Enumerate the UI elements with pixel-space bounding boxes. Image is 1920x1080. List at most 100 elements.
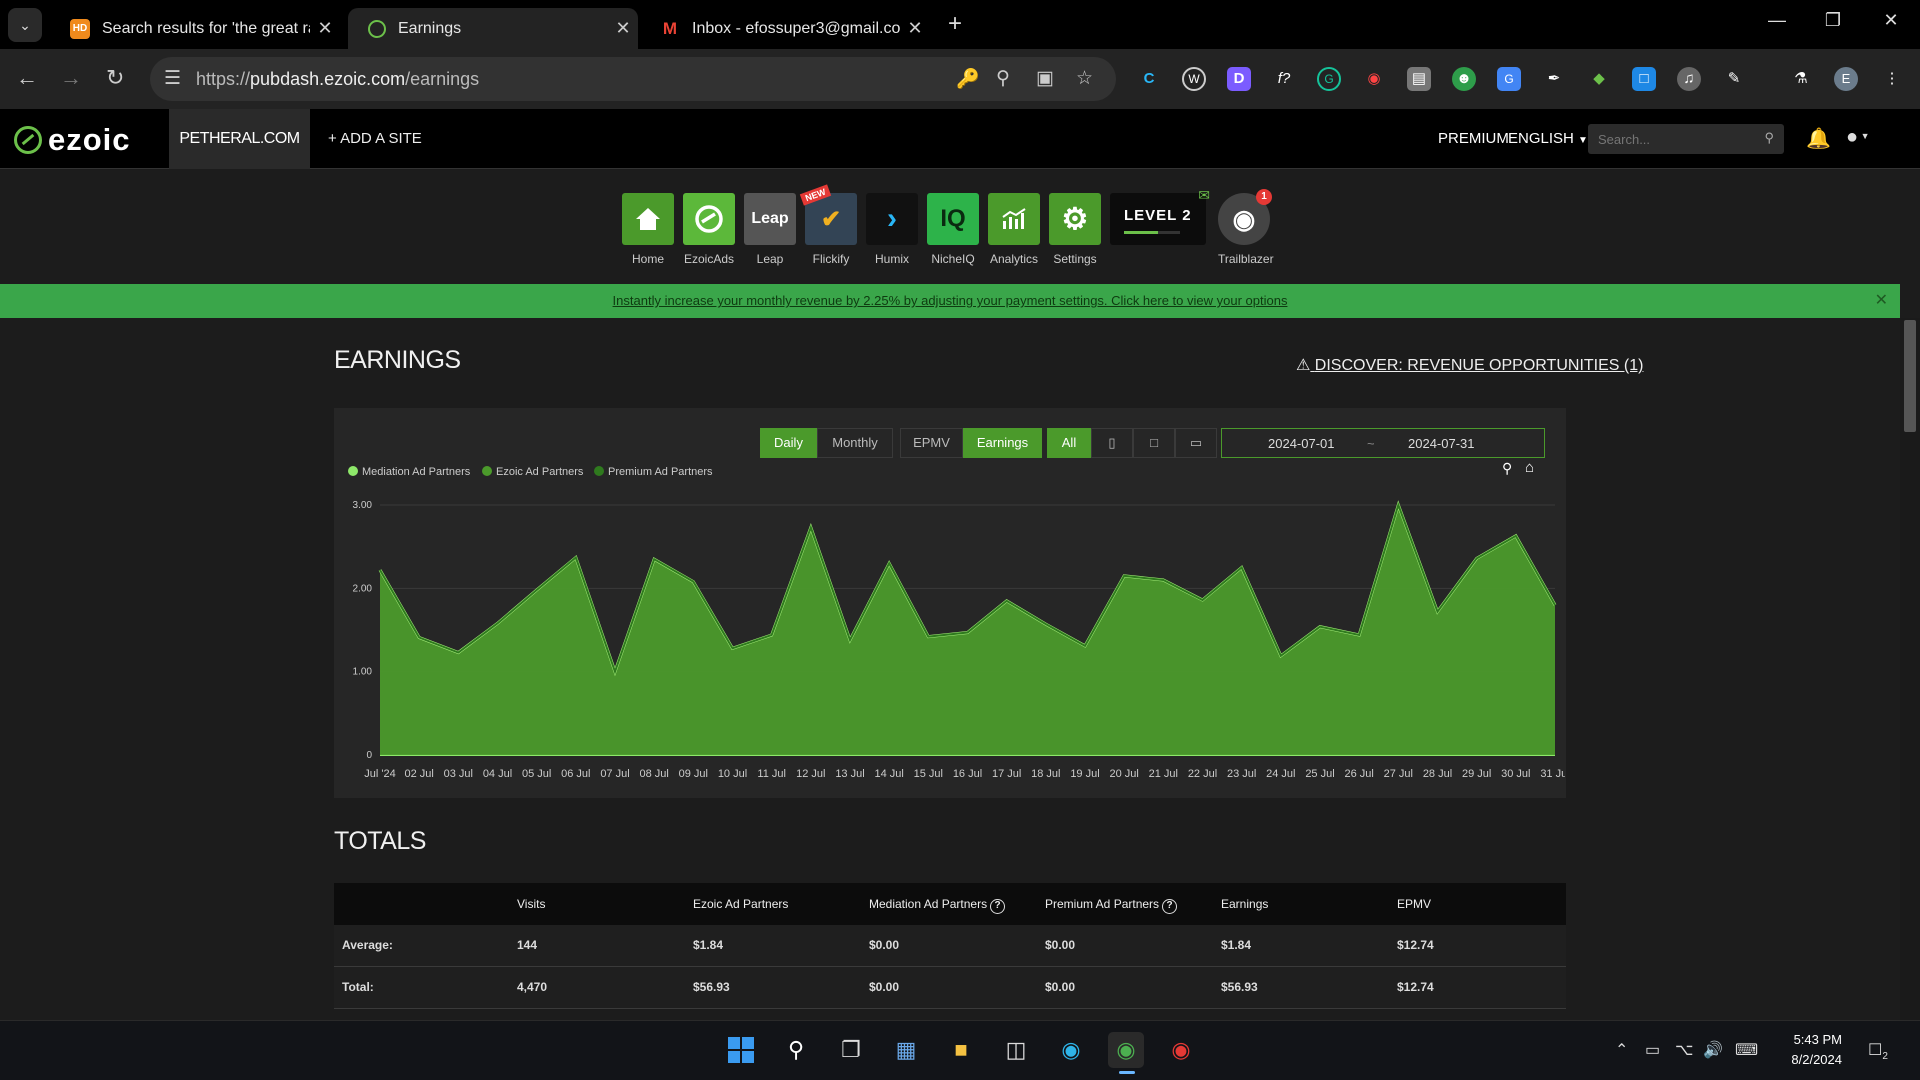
extension-eyedropper-icon[interactable]: ✒ bbox=[1542, 67, 1566, 91]
search-icon[interactable]: ⚲ bbox=[1764, 130, 1774, 146]
desktop-device-button[interactable]: ▭ bbox=[1175, 428, 1217, 458]
restore-window-icon[interactable]: ❐ bbox=[1810, 10, 1856, 31]
tab-search-results[interactable]: HD Search results for 'the great raid ✕ bbox=[50, 8, 340, 49]
widgets-icon[interactable]: ▦ bbox=[888, 1032, 924, 1068]
close-banner-icon[interactable]: ✕ bbox=[1875, 284, 1888, 318]
file-explorer-icon[interactable]: ■ bbox=[943, 1032, 979, 1068]
edge-browser-icon[interactable]: ◉ bbox=[1053, 1032, 1089, 1068]
extensions-puzzle-icon[interactable]: ✎ bbox=[1722, 67, 1746, 91]
language-dropdown[interactable]: ENGLISH ▼ bbox=[1508, 130, 1588, 147]
profile-avatar[interactable]: E bbox=[1834, 67, 1858, 91]
chart-reset-home-icon[interactable]: ⌂ bbox=[1525, 459, 1534, 476]
show-hidden-icons-chevron-icon[interactable]: ⌃ bbox=[1615, 1040, 1628, 1060]
forward-arrow-icon[interactable]: → bbox=[60, 65, 82, 91]
app-humix[interactable]: › Humix bbox=[866, 193, 918, 266]
chart-zoom-icon[interactable]: ⚲ bbox=[1502, 460, 1512, 477]
promo-banner-link[interactable]: Instantly increase your monthly revenue … bbox=[613, 293, 1288, 308]
taskbar-search-icon[interactable]: ⚲ bbox=[778, 1032, 814, 1068]
extension-leaf-icon[interactable]: ◆ bbox=[1587, 67, 1611, 91]
reload-icon[interactable]: ↻ bbox=[106, 65, 124, 91]
add-site-link[interactable]: + ADD A SITE bbox=[328, 130, 422, 147]
tab-search-button[interactable]: ⌄ bbox=[8, 8, 42, 42]
keyboard-icon[interactable]: ⌨ bbox=[1735, 1040, 1758, 1060]
earnings-button[interactable]: Earnings bbox=[963, 428, 1042, 458]
mobile-device-button[interactable]: ▯ bbox=[1091, 428, 1133, 458]
start-windows-icon[interactable] bbox=[723, 1032, 759, 1068]
extension-w-icon[interactable]: W bbox=[1182, 67, 1206, 91]
earnings-area-chart[interactable]: 0 1.00 2.00 3.00 Jul '24 02 Jul 03 Jul 04 Jul 05… bbox=[340, 485, 1565, 790]
screenshot-icon[interactable]: ▣ bbox=[1036, 67, 1054, 90]
app-analytics[interactable]: Analytics bbox=[988, 193, 1040, 266]
close-tab-icon[interactable]: ✕ bbox=[608, 18, 638, 39]
app-settings[interactable]: ⚙ Settings bbox=[1049, 193, 1101, 266]
close-tab-icon[interactable]: ✕ bbox=[900, 18, 930, 39]
task-view-icon[interactable]: ❐ bbox=[833, 1032, 869, 1068]
search-input[interactable] bbox=[1588, 124, 1748, 154]
legend-mediation[interactable]: Mediation Ad Partners bbox=[348, 466, 470, 478]
premium-link[interactable]: PREMIUM bbox=[1438, 130, 1509, 147]
app-nicheiq[interactable]: IQ NicheIQ bbox=[927, 193, 979, 266]
y-tick-label: 0 bbox=[366, 750, 372, 761]
extension-film-icon[interactable]: ▤ bbox=[1407, 67, 1431, 91]
help-question-icon[interactable]: ? bbox=[990, 899, 1006, 914]
extension-grammarly-icon[interactable]: G bbox=[1317, 67, 1341, 91]
app-ezoicads[interactable]: EzoicAds bbox=[683, 193, 735, 266]
battery-icon[interactable]: ▭ bbox=[1645, 1040, 1660, 1060]
zoom-icon[interactable]: ⚲ bbox=[996, 67, 1010, 90]
site-selector[interactable]: PETHERAL.COM bbox=[169, 109, 310, 169]
browser-menu-icon[interactable]: ⋮ bbox=[1880, 67, 1904, 91]
app-home[interactable]: Home bbox=[622, 193, 674, 266]
back-arrow-icon[interactable]: ← bbox=[16, 65, 38, 91]
user-menu-icon[interactable]: ● ▼ bbox=[1846, 126, 1870, 149]
extension-d-icon[interactable]: D bbox=[1227, 67, 1251, 91]
discover-link[interactable]: ⚠ DISCOVER: REVENUE OPPORTUNITIES (1) bbox=[1296, 355, 1643, 375]
password-key-icon[interactable]: 🔑 bbox=[956, 67, 980, 91]
daily-button[interactable]: Daily bbox=[760, 428, 817, 458]
tab-earnings[interactable]: Earnings ✕ bbox=[348, 8, 638, 49]
extension-translate-icon[interactable]: G bbox=[1497, 67, 1521, 91]
notification-bell-icon[interactable]: 🔔 bbox=[1806, 126, 1831, 151]
volume-icon[interactable]: 🔊 bbox=[1703, 1040, 1723, 1060]
date-range-picker[interactable]: 2024-07-01 ~ 2024-07-31 bbox=[1221, 428, 1545, 458]
extension-c-icon[interactable]: C bbox=[1137, 67, 1161, 91]
tablet-device-button[interactable]: □ bbox=[1133, 428, 1175, 458]
bookmark-star-icon[interactable]: ☆ bbox=[1076, 67, 1093, 90]
url-text[interactable]: https://pubdash.ezoic.com/earnings bbox=[196, 69, 479, 90]
address-bar[interactable]: ☰ https://pubdash.ezoic.com/earnings 🔑 ⚲… bbox=[150, 57, 1116, 101]
close-window-icon[interactable]: ✕ bbox=[1868, 10, 1914, 31]
extension-glasses-icon[interactable]: ◉ bbox=[1362, 67, 1386, 91]
close-tab-icon[interactable]: ✕ bbox=[310, 18, 340, 39]
monthly-button[interactable]: Monthly bbox=[817, 428, 893, 458]
new-tab-button[interactable]: + bbox=[948, 10, 962, 38]
app-flickify[interactable]: ✔ NEW Flickify bbox=[799, 184, 857, 266]
header-earnings: Earnings bbox=[1221, 897, 1269, 911]
page-scrollbar-thumb[interactable] bbox=[1904, 320, 1916, 432]
notification-center-icon[interactable]: ☐2 bbox=[1868, 1040, 1888, 1062]
extension-music-icon[interactable]: ♫ bbox=[1677, 67, 1701, 91]
extension-formula-icon[interactable]: f? bbox=[1272, 67, 1296, 91]
app-trailblazer[interactable]: ◉ 1 Trailblazer bbox=[1218, 189, 1274, 266]
all-devices-button[interactable]: All bbox=[1047, 428, 1091, 458]
epmv-button[interactable]: EPMV bbox=[900, 428, 963, 458]
help-question-icon[interactable]: ? bbox=[1162, 899, 1178, 914]
microsoft-store-icon[interactable]: ◫ bbox=[998, 1032, 1034, 1068]
mail-icon[interactable]: ✉ bbox=[1198, 187, 1210, 204]
tab-title: Search results for 'the great raid bbox=[102, 19, 310, 37]
legend-premium[interactable]: Premium Ad Partners bbox=[594, 466, 713, 478]
ezoic-logo[interactable]: ezoic bbox=[14, 122, 131, 158]
tab-gmail-inbox[interactable]: M Inbox - efossuper3@gmail.com ✕ bbox=[640, 8, 930, 49]
site-info-icon[interactable]: ☰ bbox=[164, 67, 181, 90]
date-to[interactable]: 2024-07-31 bbox=[1408, 436, 1475, 451]
extension-robot-icon[interactable]: ☻ bbox=[1452, 67, 1476, 91]
legend-ezoic[interactable]: Ezoic Ad Partners bbox=[482, 466, 583, 478]
level-badge[interactable]: LEVEL 2 ✉ bbox=[1110, 187, 1210, 245]
system-clock[interactable]: 5:43 PM 8/2/2024 bbox=[1772, 1030, 1842, 1070]
app-leap[interactable]: Leap Leap bbox=[744, 193, 796, 266]
labs-flask-icon[interactable]: ⚗ bbox=[1789, 67, 1813, 91]
minimize-window-icon[interactable]: — bbox=[1754, 10, 1800, 31]
chrome-beta-icon[interactable]: ◉ bbox=[1108, 1032, 1144, 1068]
extension-capture-icon[interactable]: □ bbox=[1632, 67, 1656, 91]
chrome-icon[interactable]: ◉ bbox=[1163, 1032, 1199, 1068]
wifi-icon[interactable]: ⌥ bbox=[1675, 1040, 1693, 1060]
date-from[interactable]: 2024-07-01 bbox=[1268, 436, 1335, 451]
